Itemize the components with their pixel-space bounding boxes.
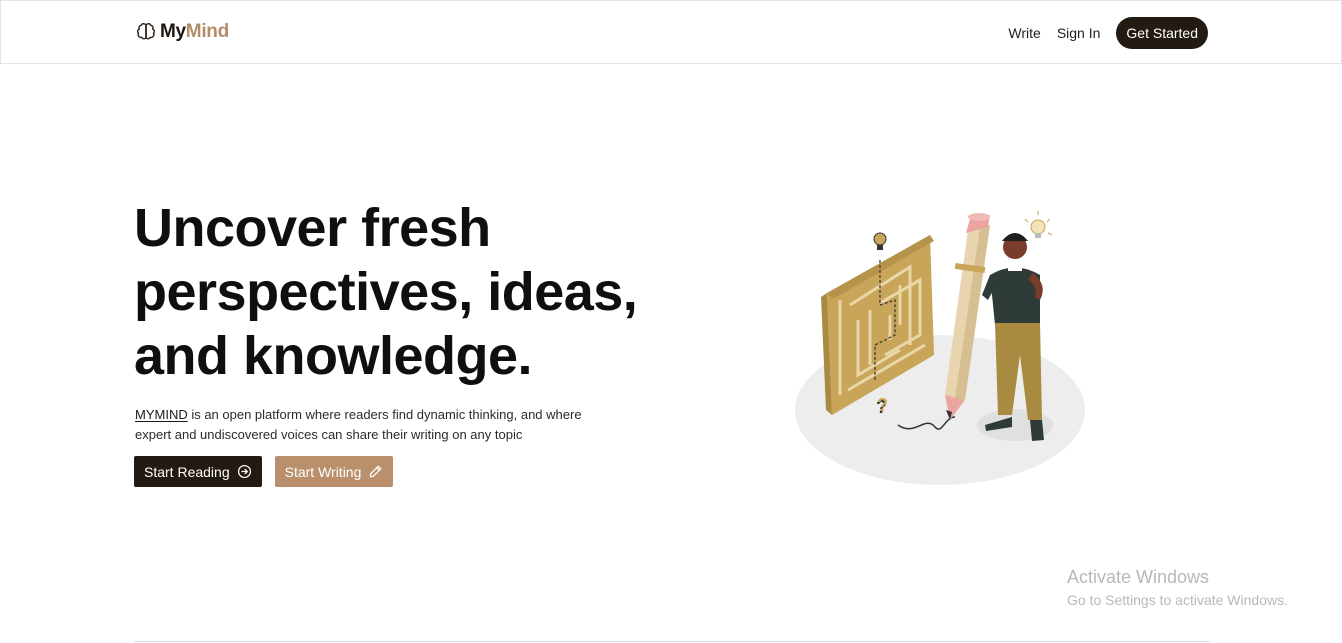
navbar: MyMind Write Sign In Get Started — [0, 0, 1342, 64]
hero-description-text: is an open platform where readers find d… — [135, 407, 582, 442]
watermark-subtitle: Go to Settings to activate Windows. — [1067, 592, 1288, 608]
hero-title: Uncover fresh perspectives, ideas, and k… — [134, 198, 638, 386]
svg-text:?: ? — [877, 395, 888, 415]
pencil-icon — [370, 465, 382, 478]
hero-actions: Start Reading Start Writing — [134, 456, 394, 487]
brand-name-part1: My — [160, 21, 186, 42]
hero-description: MYMIND is an open platform where readers… — [135, 405, 615, 445]
nav-links: Write Sign In Get Started — [1008, 17, 1208, 49]
start-reading-button[interactable]: Start Reading — [134, 456, 262, 487]
hero-illustration: ? ? — [795, 211, 1085, 485]
start-reading-label: Start Reading — [144, 463, 230, 480]
idea-bulb-illustration — [1024, 211, 1053, 238]
nav-write-link[interactable]: Write — [1008, 25, 1040, 41]
start-writing-label: Start Writing — [284, 463, 362, 480]
brand-name: MyMind — [160, 21, 229, 43]
watermark-title: Activate Windows — [1067, 567, 1210, 587]
brand-logo[interactable]: MyMind — [136, 21, 229, 43]
start-writing-button[interactable]: Start Writing — [274, 456, 394, 487]
brand-name-part2: Mind — [185, 21, 229, 42]
windows-activation-watermark: Activate Windows Go to Settings to activ… — [1067, 566, 1288, 612]
brain-icon — [137, 23, 155, 40]
arrow-circle-right-icon — [237, 464, 251, 479]
hero-brand-word: MYMIND — [135, 407, 188, 422]
nav-sign-in-link[interactable]: Sign In — [1057, 25, 1101, 41]
section-divider — [134, 641, 1209, 642]
get-started-button[interactable]: Get Started — [1116, 17, 1208, 49]
